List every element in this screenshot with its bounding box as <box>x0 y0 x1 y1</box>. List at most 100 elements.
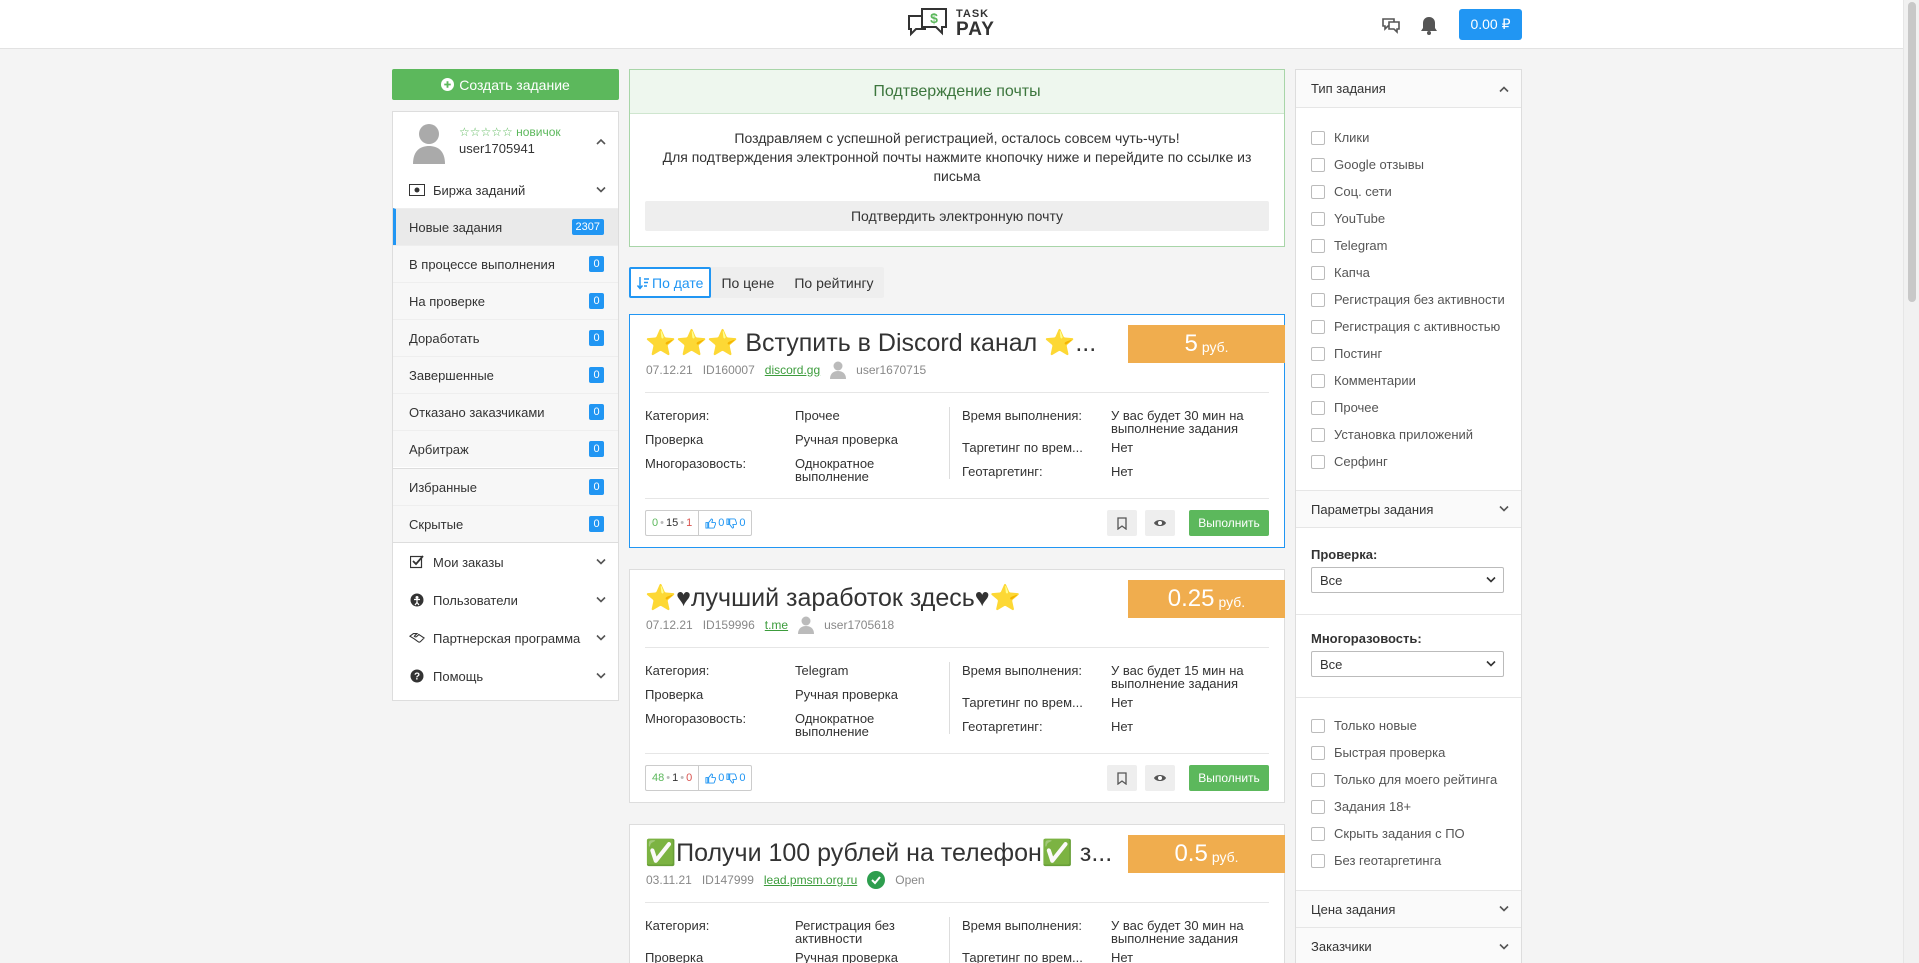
sidebar-item-hidden[interactable]: Скрытые 0 <box>393 505 618 542</box>
filter-type-app-install[interactable]: Установка приложений <box>1311 427 1473 442</box>
task-card[interactable]: ⭐⭐⭐ Вступить в Discord канал ⭐... 5 руб.… <box>629 314 1285 548</box>
checkbox[interactable] <box>1311 157 1325 172</box>
bookmark-button[interactable] <box>1107 765 1137 791</box>
view-button[interactable] <box>1145 510 1175 536</box>
filter-only-new[interactable]: Только новые <box>1311 718 1417 733</box>
messages-icon[interactable] <box>1380 14 1402 36</box>
sidebar-item-rejected[interactable]: Отказано заказчиками 0 <box>393 393 618 430</box>
sidebar-item-rework[interactable]: Доработать 0 <box>393 319 618 356</box>
sidebar-exchange[interactable]: Биржа заданий <box>393 172 618 208</box>
task-author[interactable]: user1670715 <box>856 363 926 377</box>
email-confirmation-title: Подтверждение почты <box>630 70 1284 114</box>
execute-button[interactable]: Выполнить <box>1189 765 1269 791</box>
checkbox[interactable] <box>1311 745 1325 760</box>
price-value: 0.5 <box>1174 840 1208 867</box>
checkbox[interactable] <box>1311 826 1325 841</box>
sidebar-users[interactable]: Пользователи <box>393 581 618 619</box>
task-author[interactable]: Open <box>895 873 924 887</box>
task-domain-link[interactable]: t.me <box>765 618 788 632</box>
filter-customers-header[interactable]: Заказчики <box>1296 928 1521 963</box>
bell-icon[interactable] <box>1418 14 1440 36</box>
execute-button[interactable]: Выполнить <box>1189 510 1269 536</box>
checkbox[interactable] <box>1311 427 1325 442</box>
filter-params-header[interactable]: Параметры задания <box>1296 490 1521 528</box>
filter-type-reg-no-activity[interactable]: Регистрация без активности <box>1311 292 1505 307</box>
bookmark-button[interactable] <box>1107 510 1137 536</box>
task-card[interactable]: ✅Получи 100 рублей на телефон✅ з... 0.5 … <box>629 824 1285 963</box>
checkbox[interactable] <box>1311 454 1325 469</box>
create-task-button[interactable]: Создать задание <box>392 69 619 100</box>
sidebar-item-label: Новые задания <box>409 219 503 235</box>
sort-by-rating-button[interactable]: По рейтингу <box>784 267 883 298</box>
scrollbar-thumb[interactable] <box>1908 2 1916 302</box>
task-author[interactable]: user1705618 <box>824 618 894 632</box>
checkbox[interactable] <box>1311 211 1325 226</box>
filter-type-surfing[interactable]: Серфинг <box>1311 454 1388 469</box>
filter-type-clicks[interactable]: Клики <box>1311 130 1369 145</box>
filter-hide-software[interactable]: Скрыть задания с ПО <box>1311 826 1465 841</box>
checkbox[interactable] <box>1311 772 1325 787</box>
checkbox-checked-icon <box>409 554 425 570</box>
checkbox[interactable] <box>1311 265 1325 280</box>
chevron-up-icon[interactable] <box>596 138 606 145</box>
checkbox[interactable] <box>1311 799 1325 814</box>
filter-type-posting[interactable]: Постинг <box>1311 346 1382 361</box>
filter-type-telegram[interactable]: Telegram <box>1311 238 1387 253</box>
sort-by-price-button[interactable]: По цене <box>711 267 784 298</box>
checkbox[interactable] <box>1311 184 1325 199</box>
confirm-email-button[interactable]: Подтвердить электронную почту <box>645 201 1269 231</box>
geo-targeting-value: Нет <box>1111 464 1134 479</box>
checkbox[interactable] <box>1311 853 1325 868</box>
filter-fast-check[interactable]: Быстрая проверка <box>1311 745 1445 760</box>
filter-type-youtube[interactable]: YouTube <box>1311 211 1385 226</box>
reuse-filter-select[interactable]: Все <box>1311 651 1504 677</box>
sidebar-item-completed[interactable]: Завершенные 0 <box>393 356 618 393</box>
filter-no-geo[interactable]: Без геотаргетинга <box>1311 853 1441 868</box>
task-domain-link[interactable]: discord.gg <box>765 363 820 377</box>
task-card[interactable]: ⭐♥лучший заработок здесь♥⭐ 0.25 руб. 07.… <box>629 569 1285 803</box>
filter-type-reg-activity[interactable]: Регистрация с активностью <box>1311 319 1500 334</box>
filter-type-social[interactable]: Соц. сети <box>1311 184 1392 199</box>
sidebar-item-on-review[interactable]: На проверке 0 <box>393 282 618 319</box>
task-title[interactable]: ⭐♥лучший заработок здесь♥⭐ <box>645 580 1130 616</box>
filter-type-comments[interactable]: Комментарии <box>1311 373 1416 388</box>
checkbox[interactable] <box>1311 400 1325 415</box>
task-title[interactable]: ⭐⭐⭐ Вступить в Discord канал ⭐... <box>645 325 1130 361</box>
task-title[interactable]: ✅Получи 100 рублей на телефон✅ з... <box>645 835 1130 871</box>
checkbox[interactable] <box>1311 373 1325 388</box>
profile[interactable]: ☆☆☆☆☆ новичок user1705941 <box>393 112 618 172</box>
exec-time-value: У вас будет 15 мин на выполнение задания <box>1111 663 1244 691</box>
checkbox[interactable] <box>1311 130 1325 145</box>
page-scrollbar[interactable] <box>1903 0 1919 963</box>
sidebar-item-arbitration[interactable]: Арбитраж 0 <box>393 430 618 467</box>
balance-button[interactable]: 0.00 ₽ <box>1459 9 1522 40</box>
filter-adult[interactable]: Задания 18+ <box>1311 799 1411 814</box>
filter-type-captcha[interactable]: Капча <box>1311 265 1370 280</box>
filter-price-header[interactable]: Цена задания <box>1296 890 1521 928</box>
check-filter-select[interactable]: Все <box>1311 567 1504 593</box>
email-text-line: письма <box>933 168 981 184</box>
sort-by-date-button[interactable]: По дате <box>629 267 712 298</box>
checkbox[interactable] <box>1311 346 1325 361</box>
filter-my-rating[interactable]: Только для моего рейтинга <box>1311 772 1497 787</box>
sidebar-item-favorites[interactable]: Избранные 0 <box>393 468 618 505</box>
sidebar-my-orders[interactable]: Мои заказы <box>393 543 618 581</box>
filter-type-header[interactable]: Тип задания <box>1296 70 1521 108</box>
sidebar-item-new-tasks[interactable]: Новые задания 2307 <box>393 208 618 245</box>
filter-type-google-reviews[interactable]: Google отзывы <box>1311 157 1424 172</box>
checkbox[interactable] <box>1311 292 1325 307</box>
sidebar-help-label: Помощь <box>433 668 484 684</box>
sidebar-help[interactable]: ? Помощь <box>393 657 618 695</box>
logo[interactable]: $ TASK PAY <box>906 6 995 42</box>
sidebar-partner-program[interactable]: Партнерская программа <box>393 619 618 657</box>
checkbox[interactable] <box>1311 718 1325 733</box>
checkbox[interactable] <box>1311 238 1325 253</box>
task-domain-link[interactable]: lead.pmsm.org.ru <box>764 873 857 887</box>
checkbox[interactable] <box>1311 319 1325 334</box>
sidebar-item-in-progress[interactable]: В процессе выполнения 0 <box>393 245 618 282</box>
checkbox-label: Быстрая проверка <box>1334 745 1446 760</box>
filter-type-other[interactable]: Прочее <box>1311 400 1379 415</box>
user-avatar-icon <box>830 361 847 379</box>
plus-circle-icon <box>441 78 455 91</box>
view-button[interactable] <box>1145 765 1175 791</box>
